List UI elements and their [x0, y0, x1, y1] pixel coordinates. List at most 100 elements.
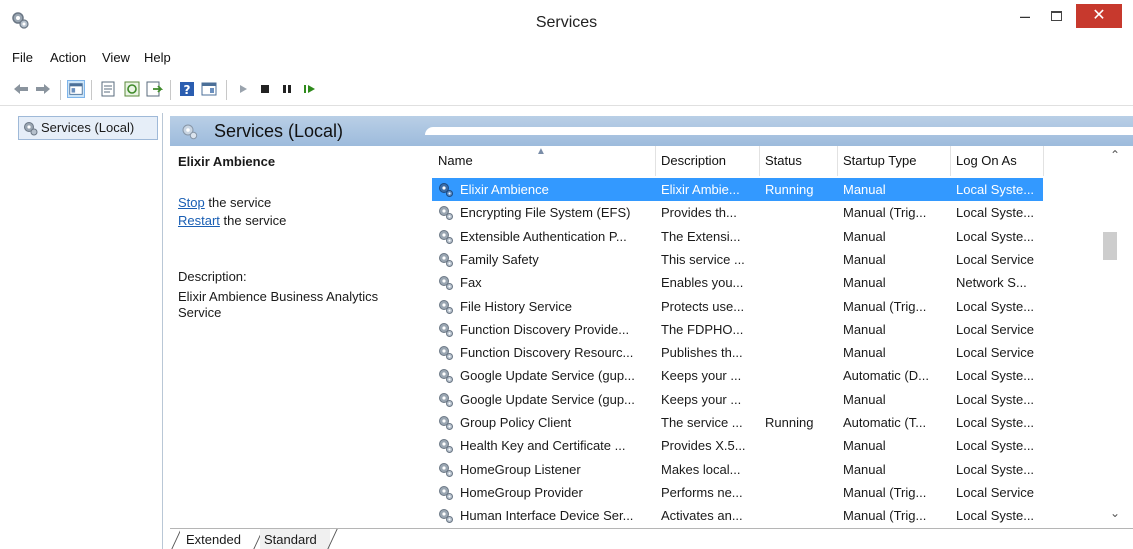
menu-file[interactable]: File: [12, 50, 33, 65]
cell-description: The service ...: [661, 415, 743, 430]
column-header-description[interactable]: Description: [655, 146, 759, 176]
export-list-icon[interactable]: [145, 80, 163, 98]
cell-log-on-as: Local Syste...: [956, 182, 1035, 197]
help-icon[interactable]: ?: [178, 80, 196, 98]
title-bar: Services – ✕: [0, 0, 1133, 40]
cell-log-on-as: Local Syste...: [956, 415, 1035, 430]
service-gear-icon: [439, 509, 453, 524]
service-gear-icon: [439, 252, 453, 267]
selected-service-name: Elixir Ambience: [178, 154, 276, 169]
minimize-button[interactable]: –: [1012, 6, 1038, 28]
cell-name: HomeGroup Provider: [460, 484, 583, 500]
table-row[interactable]: HomeGroup Provider Performs ne... Manual (…: [432, 481, 1043, 504]
show-hide-action-pane-icon[interactable]: [200, 80, 218, 98]
service-gear-icon: [439, 346, 453, 361]
table-row[interactable]: Extensible Authentication P... The Extens…: [432, 225, 1043, 248]
table-row[interactable]: File History Service Protects use... Manua…: [432, 295, 1043, 318]
table-row[interactable]: Encrypting File System (EFS) Provides th.…: [432, 201, 1043, 224]
cell-log-on-as: Local Syste...: [956, 438, 1035, 454]
toolbar-separator: [60, 80, 61, 100]
table-row[interactable]: Family Safety This service ... Manual Local…: [432, 248, 1043, 271]
tab-extended[interactable]: Extended: [180, 529, 256, 549]
cell-startup-type: Manual (Trig...: [843, 484, 927, 500]
menu-help[interactable]: Help: [144, 50, 171, 65]
toolbar: ?: [0, 72, 1133, 106]
column-header-label: Description: [661, 153, 727, 168]
service-gear-icon: [439, 229, 453, 244]
column-header-log-on-as[interactable]: Log On As: [950, 146, 1043, 176]
close-button[interactable]: ✕: [1076, 4, 1122, 28]
column-header-label: Startup Type: [843, 153, 917, 168]
scroll-down-arrow-icon[interactable]: ⌄: [1106, 506, 1124, 524]
service-gear-icon: [439, 183, 453, 197]
cell-name: Health Key and Certificate ...: [460, 438, 626, 454]
cell-startup-type: Manual: [843, 275, 886, 291]
cell-status: Running: [765, 182, 814, 197]
service-gear-icon: [439, 322, 453, 337]
restart-service-link[interactable]: Restart: [178, 213, 220, 228]
cell-startup-type: Manual: [843, 461, 886, 477]
pause-service-icon[interactable]: [278, 80, 296, 98]
table-row[interactable]: Elixir Ambience Elixir Ambie... Running Man…: [432, 178, 1043, 201]
cell-description: The FDPHO...: [661, 321, 744, 337]
table-row[interactable]: Google Update Service (gup... Keeps your …: [432, 388, 1043, 411]
table-row[interactable]: Google Update Service (gup... Keeps your …: [432, 364, 1043, 387]
forward-arrow-icon[interactable]: [34, 80, 52, 98]
cell-name: Group Policy Client: [460, 415, 572, 430]
menu-view[interactable]: View: [102, 50, 130, 65]
cell-name: Elixir Ambience: [460, 182, 549, 197]
start-service-icon[interactable]: [234, 80, 252, 98]
show-hide-console-tree-icon[interactable]: [67, 80, 85, 98]
cell-name: Encrypting File System (EFS): [460, 205, 631, 221]
cell-name: Fax: [460, 275, 482, 291]
cell-log-on-as: Local Service: [956, 251, 1035, 267]
table-row[interactable]: Group Policy Client The service ... Runnin…: [432, 411, 1043, 434]
list-header-edge: [425, 127, 1133, 135]
view-tabs: Extended Standard: [170, 528, 1133, 549]
tab-standard[interactable]: Standard: [260, 529, 330, 549]
services-gear-icon: [24, 122, 38, 136]
properties-icon[interactable]: [99, 80, 117, 98]
table-row[interactable]: Health Key and Certificate ... Provides X…: [432, 434, 1043, 457]
scroll-up-arrow-icon[interactable]: ⌃: [1106, 148, 1124, 166]
cell-log-on-as: Local Syste...: [956, 508, 1035, 524]
tab-label: Standard: [264, 532, 317, 547]
maximize-icon: [1051, 11, 1062, 21]
vertical-scrollbar[interactable]: ⌃ ⌄: [1097, 146, 1133, 528]
scroll-thumb[interactable]: [1103, 232, 1117, 260]
tree-item-services-local[interactable]: Services (Local): [18, 116, 158, 140]
console-tree: Services (Local): [0, 113, 163, 549]
cell-description: Enables you...: [661, 275, 744, 291]
cell-startup-type: Manual: [843, 251, 886, 267]
restart-suffix: the service: [219, 213, 287, 228]
table-row[interactable]: Function Discovery Provide... The FDPHO..…: [432, 318, 1043, 341]
stop-service-link[interactable]: Stop: [178, 195, 205, 210]
column-divider[interactable]: [1043, 146, 1044, 176]
toolbar-separator: [226, 80, 227, 100]
column-header-status[interactable]: Status: [759, 146, 837, 176]
cell-description: Makes local...: [661, 461, 741, 477]
stop-service-icon[interactable]: [256, 80, 274, 98]
cell-description: Protects use...: [661, 298, 745, 314]
table-row[interactable]: Fax Enables you... Manual Network S...: [432, 271, 1043, 294]
cell-name: HomeGroup Listener: [460, 461, 581, 477]
column-header-label: Status: [765, 153, 802, 168]
cell-log-on-as: Local Syste...: [956, 368, 1035, 384]
cell-startup-type: Manual (Trig...: [843, 205, 927, 221]
description-pane: Elixir Ambience Stop the service Restart…: [170, 146, 426, 528]
refresh-icon[interactable]: [123, 80, 141, 98]
maximize-button[interactable]: [1044, 6, 1070, 28]
cell-log-on-as: Local Syste...: [956, 228, 1035, 244]
tab-label: Extended: [186, 532, 241, 547]
column-header-name[interactable]: Name ▲: [432, 146, 655, 176]
stop-suffix: the service: [204, 195, 272, 210]
table-row[interactable]: Function Discovery Resourc... Publishes t…: [432, 341, 1043, 364]
menu-action[interactable]: Action: [50, 50, 86, 65]
table-row[interactable]: Human Interface Device Ser... Activates a…: [432, 504, 1043, 527]
table-row[interactable]: HomeGroup Listener Makes local... Manual Lo…: [432, 458, 1043, 481]
services-list: Name ▲ Description Status Startup Type L…: [432, 146, 1097, 528]
column-header-startup-type[interactable]: Startup Type: [837, 146, 950, 176]
cell-name: Google Update Service (gup...: [460, 391, 635, 407]
restart-service-icon[interactable]: [300, 80, 318, 98]
back-arrow-icon[interactable]: [12, 80, 30, 98]
